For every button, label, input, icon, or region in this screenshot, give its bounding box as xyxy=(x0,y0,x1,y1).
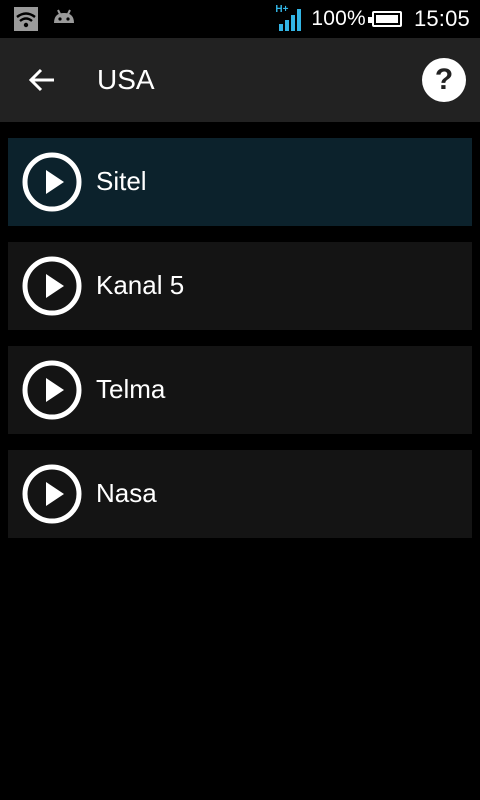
back-button[interactable] xyxy=(14,52,70,108)
battery-percent: 100% xyxy=(311,7,366,30)
channel-label: Sitel xyxy=(96,166,147,196)
channel-list: Sitel Kanal 5 Telma Nasa xyxy=(8,138,472,554)
arrow-left-icon xyxy=(28,68,54,92)
channel-item-kanal-5[interactable]: Kanal 5 xyxy=(8,242,472,330)
help-icon: ? xyxy=(434,63,454,96)
system-icons: H+ 100% 15:05 xyxy=(275,4,470,34)
signal-icon: H+ xyxy=(275,4,305,32)
play-icon xyxy=(22,256,82,316)
page-title: USA xyxy=(97,64,155,95)
channel-label: Nasa xyxy=(96,478,157,508)
channel-label: Kanal 5 xyxy=(96,270,185,300)
notification-icons xyxy=(14,7,76,36)
channel-item-telma[interactable]: Telma xyxy=(8,346,472,434)
play-icon xyxy=(22,360,82,420)
channel-item-sitel[interactable]: Sitel xyxy=(8,138,472,226)
play-icon xyxy=(22,152,82,212)
action-bar: USA ? xyxy=(0,38,480,122)
clock: 15:05 xyxy=(413,6,470,31)
play-icon xyxy=(22,464,82,524)
battery-icon xyxy=(367,11,402,27)
channel-item-nasa[interactable]: Nasa xyxy=(8,450,472,538)
android-icon xyxy=(52,9,76,34)
wifi-icon xyxy=(14,7,38,36)
help-button[interactable]: ? xyxy=(422,58,466,102)
status-bar: H+ 100% 15:05 xyxy=(0,0,480,38)
channel-label: Telma xyxy=(96,374,166,404)
